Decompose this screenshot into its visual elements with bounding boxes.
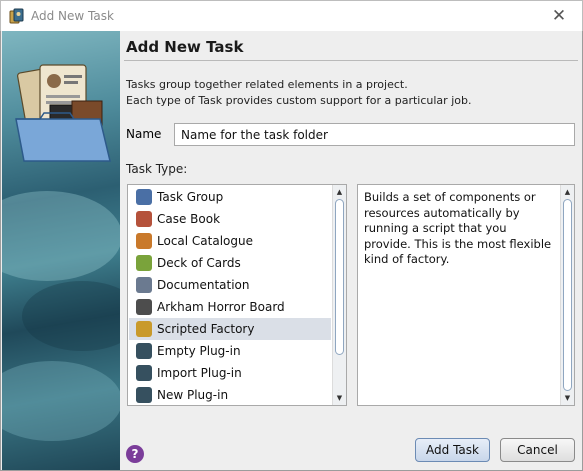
task-type-label: Scripted Factory (157, 322, 255, 336)
heading-divider (124, 60, 578, 61)
local-catalogue-icon (136, 233, 152, 249)
arkham-horror-board-icon (136, 299, 152, 315)
description-scrollbar[interactable]: ▲ ▼ (560, 185, 574, 405)
documentation-icon (136, 277, 152, 293)
scroll-down-icon[interactable]: ▼ (561, 392, 574, 404)
scroll-down-icon[interactable]: ▼ (333, 392, 346, 404)
task-type-label: Local Catalogue (157, 234, 253, 248)
deck-of-cards-icon (136, 255, 152, 271)
task-description-text: Builds a set of components or resources … (364, 190, 552, 266)
task-type-label: Task Group (157, 190, 224, 204)
window-title: Add New Task (31, 9, 114, 23)
cancel-button[interactable]: Cancel (500, 438, 575, 462)
task-type-label: Deck of Cards (157, 256, 241, 270)
task-name-input[interactable] (174, 123, 575, 146)
task-type-item[interactable]: Task Group (129, 186, 331, 208)
task-type-label: Task Type: (126, 162, 188, 176)
task-type-item[interactable]: Scripted Factory (129, 318, 331, 340)
task-type-label: Documentation (157, 278, 250, 292)
task-type-item[interactable]: Case Book (129, 208, 331, 230)
description-line-1: Tasks group together related elements in… (126, 78, 408, 91)
scroll-thumb[interactable] (335, 199, 344, 355)
task-type-label: Empty Plug-in (157, 344, 241, 358)
task-type-item[interactable]: Local Catalogue (129, 230, 331, 252)
scroll-up-icon[interactable]: ▲ (333, 186, 346, 198)
task-group-icon (136, 189, 152, 205)
task-type-item[interactable]: New Plug-in (129, 384, 331, 405)
task-list-scrollbar[interactable]: ▲ ▼ (332, 185, 346, 405)
task-type-list[interactable]: Task Group Case Book Local Catalogue Deck o… (127, 184, 347, 406)
title-bar: Add New Task ✕ (0, 0, 583, 31)
scripted-factory-icon (136, 321, 152, 337)
scroll-thumb[interactable] (563, 199, 572, 391)
decorative-side-image (2, 31, 120, 470)
plugin-icon (136, 343, 152, 359)
close-icon: ✕ (551, 6, 567, 26)
task-type-label: Import Plug-in (157, 366, 242, 380)
task-type-label: Arkham Horror Board (157, 300, 285, 314)
task-type-item[interactable]: Deck of Cards (129, 252, 331, 274)
task-type-item[interactable]: Arkham Horror Board (129, 296, 331, 318)
case-book-icon (136, 211, 152, 227)
add-task-button[interactable]: Add Task (415, 438, 490, 462)
dialog-heading: Add New Task (126, 38, 244, 56)
plugin-icon (136, 387, 152, 403)
scroll-up-icon[interactable]: ▲ (561, 186, 574, 198)
task-type-item[interactable]: Import Plug-in (129, 362, 331, 384)
close-button[interactable]: ✕ (536, 1, 582, 31)
task-type-item[interactable]: Empty Plug-in (129, 340, 331, 362)
plugin-icon (136, 365, 152, 381)
task-type-label: Case Book (157, 212, 221, 226)
task-folder-icon (15, 64, 111, 162)
app-icon (9, 8, 24, 24)
name-label: Name (126, 127, 162, 141)
task-type-label: New Plug-in (157, 388, 229, 402)
dialog-body: Add New Task Tasks group together relate… (0, 31, 583, 471)
task-type-item[interactable]: Documentation (129, 274, 331, 296)
task-description-box: Builds a set of components or resources … (357, 184, 575, 406)
description-line-2: Each type of Task provides custom suppor… (126, 94, 472, 107)
help-icon[interactable]: ? (126, 445, 144, 463)
